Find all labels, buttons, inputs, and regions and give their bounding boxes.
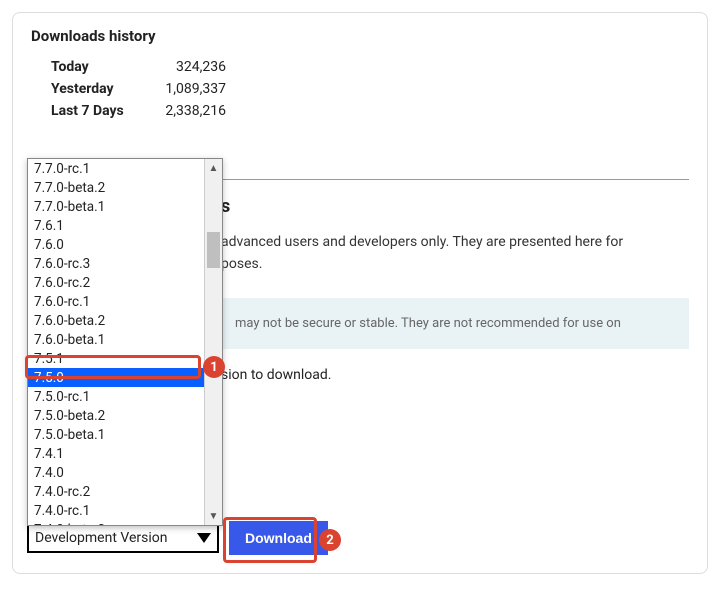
version-option[interactable]: 7.6.0 [28, 235, 204, 254]
version-option[interactable]: 7.5.0-beta.1 [28, 425, 204, 444]
select-placeholder: Development Version [35, 530, 168, 546]
history-row: Last 7 Days 2,338,216 [51, 103, 689, 119]
section-body: advanced users and developers only. They… [221, 231, 689, 276]
scrollbar[interactable]: ▲ ▼ [204, 159, 222, 525]
history-value: 1,089,337 [146, 81, 226, 97]
history-title: Downloads history [31, 27, 689, 45]
history-row: Yesterday 1,089,337 [51, 81, 689, 97]
history-row: Today 324,236 [51, 59, 689, 75]
scroll-down-icon[interactable]: ▼ [205, 507, 222, 525]
version-select[interactable]: Development Version [27, 523, 219, 553]
chevron-down-icon [197, 533, 211, 543]
version-option[interactable]: 7.6.0-beta.1 [28, 330, 204, 349]
history-table: Today 324,236 Yesterday 1,089,337 Last 7… [51, 59, 689, 119]
scroll-track[interactable] [205, 177, 222, 507]
notice-text: may not be secure or stable. They are no… [235, 316, 621, 331]
version-option[interactable]: 7.4.1 [28, 444, 204, 463]
history-label: Today [51, 59, 146, 75]
controls-row: Development Version Download [27, 521, 328, 555]
body-line: poses. [221, 256, 262, 272]
version-option[interactable]: 7.6.0-rc.3 [28, 254, 204, 273]
version-option[interactable]: 7.6.0-rc.2 [28, 273, 204, 292]
notice-box: may not be secure or stable. They are no… [221, 298, 689, 349]
section-heading: s [221, 196, 689, 217]
version-option[interactable]: 7.4.0-rc.2 [28, 482, 204, 501]
version-option[interactable]: 7.5.1 [28, 349, 204, 368]
version-option[interactable]: 7.5.0 [28, 368, 204, 387]
version-option[interactable]: 7.7.0-rc.1 [28, 159, 204, 178]
scroll-up-icon[interactable]: ▲ [205, 159, 222, 177]
history-value: 2,338,216 [146, 103, 226, 119]
version-option[interactable]: 7.5.0-beta.2 [28, 406, 204, 425]
version-option[interactable]: 7.5.0-rc.1 [28, 387, 204, 406]
downloads-card: Downloads history Today 324,236 Yesterda… [12, 12, 708, 574]
history-value: 324,236 [146, 59, 226, 75]
download-button[interactable]: Download [229, 521, 328, 555]
version-option[interactable]: 7.4.0-rc.1 [28, 501, 204, 520]
version-option[interactable]: 7.6.0-rc.1 [28, 292, 204, 311]
body-line: advanced users and developers only. They… [221, 234, 623, 250]
scroll-thumb[interactable] [207, 232, 220, 268]
version-option[interactable]: 7.6.1 [28, 216, 204, 235]
instruction-text: sion to download. [221, 367, 689, 383]
version-option[interactable]: 7.7.0-beta.2 [28, 178, 204, 197]
history-label: Last 7 Days [51, 103, 146, 119]
version-option[interactable]: 7.6.0-beta.2 [28, 311, 204, 330]
listbox-items: 7.7.0-rc.17.7.0-beta.27.7.0-beta.17.6.17… [28, 159, 204, 525]
version-listbox[interactable]: 7.7.0-rc.17.7.0-beta.27.7.0-beta.17.6.17… [27, 158, 223, 526]
version-option[interactable]: 7.4.0-beta.2 [28, 520, 204, 525]
version-option[interactable]: 7.7.0-beta.1 [28, 197, 204, 216]
version-option[interactable]: 7.4.0 [28, 463, 204, 482]
history-label: Yesterday [51, 81, 146, 97]
